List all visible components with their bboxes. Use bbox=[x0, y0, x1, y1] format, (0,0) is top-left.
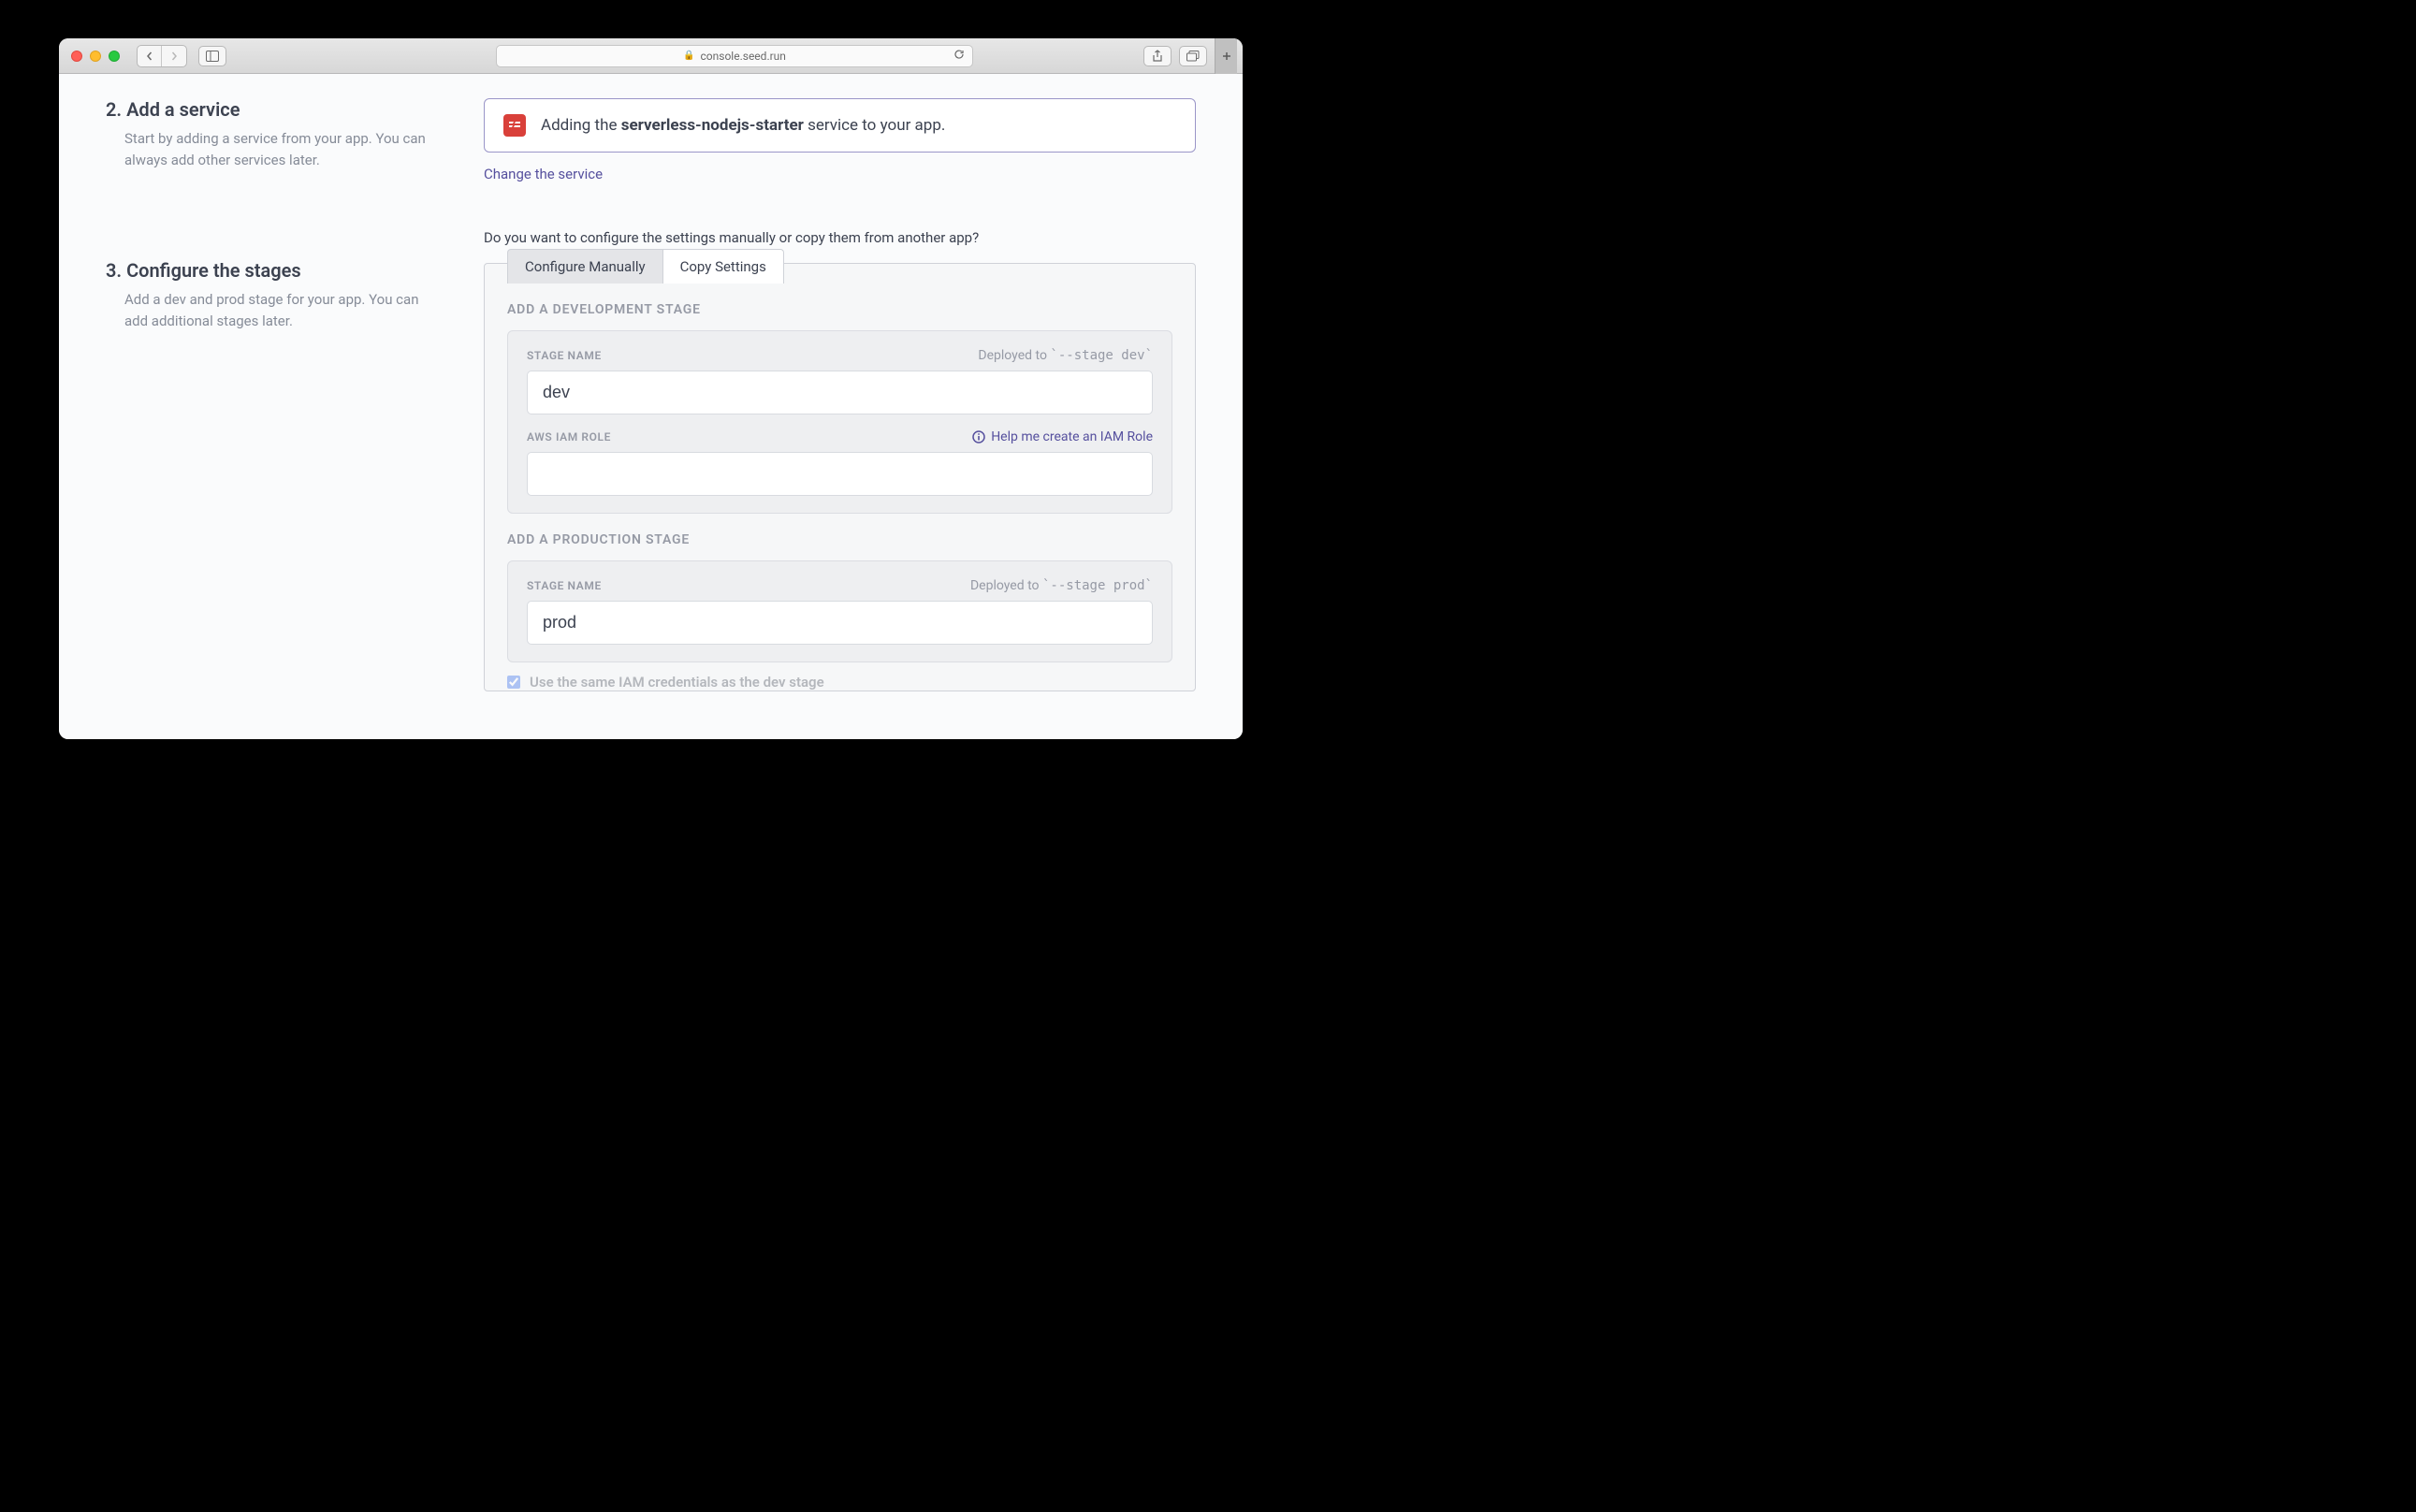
prod-stage-name-input[interactable] bbox=[527, 601, 1153, 645]
main-panel: Adding the serverless-nodejs-starter ser… bbox=[484, 98, 1196, 739]
close-window[interactable] bbox=[71, 51, 82, 62]
sidebar-toggle[interactable] bbox=[198, 46, 226, 66]
reuse-iam-label: Use the same IAM credentials as the dev … bbox=[530, 674, 824, 691]
config-prompt: Do you want to configure the settings ma… bbox=[484, 229, 1196, 246]
dev-deploy-hint: Deployed to `--stage dev` bbox=[978, 348, 1153, 363]
tabs-button[interactable] bbox=[1179, 46, 1207, 66]
back-button[interactable] bbox=[138, 46, 162, 66]
page-content: 2. Add a service Start by adding a servi… bbox=[59, 74, 1243, 739]
step-3-title: 3. Configure the stages bbox=[106, 259, 443, 282]
dev-stage-name-label: STAGE NAME bbox=[527, 349, 602, 362]
prod-stage-box: STAGE NAME Deployed to `--stage prod` bbox=[507, 560, 1172, 662]
dev-stage-box: STAGE NAME Deployed to `--stage dev` AWS… bbox=[507, 330, 1172, 514]
address-text: console.seed.run bbox=[701, 50, 786, 63]
maximize-window[interactable] bbox=[109, 51, 120, 62]
minimize-window[interactable] bbox=[90, 51, 101, 62]
step-3-desc: Add a dev and prod stage for your app. Y… bbox=[124, 289, 443, 331]
new-tab-button[interactable] bbox=[1215, 38, 1237, 74]
titlebar: 🔒 console.seed.run bbox=[59, 38, 1243, 74]
tab-configure-manually[interactable]: Configure Manually bbox=[507, 249, 663, 284]
prod-deploy-hint: Deployed to `--stage prod` bbox=[970, 578, 1153, 593]
dev-stage-name-input[interactable] bbox=[527, 371, 1153, 414]
traffic-lights bbox=[71, 51, 120, 62]
dev-iam-input[interactable] bbox=[527, 452, 1153, 496]
dev-iam-label: AWS IAM ROLE bbox=[527, 430, 611, 443]
forward-button[interactable] bbox=[162, 46, 186, 66]
prod-section-label: ADD A PRODUCTION STAGE bbox=[507, 532, 1172, 547]
change-service-link[interactable]: Change the service bbox=[484, 166, 603, 182]
nav-buttons bbox=[137, 45, 187, 67]
dev-section-label: ADD A DEVELOPMENT STAGE bbox=[507, 302, 1172, 317]
help-iam-link[interactable]: Help me create an IAM Role bbox=[972, 429, 1153, 444]
tab-copy-settings[interactable]: Copy Settings bbox=[663, 249, 784, 284]
prod-stage-name-label: STAGE NAME bbox=[527, 579, 602, 592]
info-icon bbox=[972, 430, 985, 443]
steps-sidebar: 2. Add a service Start by adding a servi… bbox=[106, 98, 443, 739]
config-tabs: Configure Manually Copy Settings bbox=[507, 263, 1195, 283]
serverless-icon bbox=[503, 114, 526, 137]
reuse-iam-checkbox[interactable] bbox=[507, 676, 520, 689]
service-message: Adding the serverless-nodejs-starter ser… bbox=[541, 116, 945, 135]
reuse-iam-row[interactable]: Use the same IAM credentials as the dev … bbox=[507, 674, 1172, 691]
reload-icon[interactable] bbox=[953, 49, 965, 63]
address-bar[interactable]: 🔒 console.seed.run bbox=[496, 45, 973, 67]
share-button[interactable] bbox=[1143, 46, 1172, 66]
lock-icon: 🔒 bbox=[683, 51, 694, 61]
toolbar-right bbox=[1143, 38, 1237, 74]
config-panel: Configure Manually Copy Settings ADD A D… bbox=[484, 263, 1196, 691]
step-2-title: 2. Add a service bbox=[106, 98, 443, 121]
step-2-desc: Start by adding a service from your app.… bbox=[124, 128, 443, 170]
browser-window: 🔒 console.seed.run 2. Add a service Star… bbox=[59, 38, 1243, 739]
service-info-box: Adding the serverless-nodejs-starter ser… bbox=[484, 98, 1196, 153]
